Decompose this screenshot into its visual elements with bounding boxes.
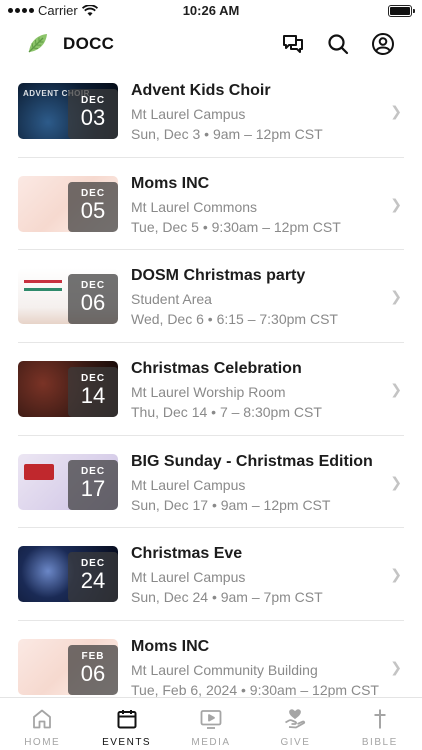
event-time: Tue, Dec 5 • 9:30am – 12pm CST bbox=[131, 218, 341, 235]
cross-icon bbox=[374, 709, 386, 729]
event-title: Christmas Celebration bbox=[131, 360, 302, 378]
event-thumbnail[interactable]: DEC 05 bbox=[18, 175, 118, 232]
chevron-right-icon: ❯ bbox=[390, 103, 402, 119]
tab-label: MEDIA bbox=[191, 737, 231, 748]
tab-label: GIVE bbox=[280, 737, 311, 748]
event-location: Mt Laurel Campus bbox=[131, 569, 246, 586]
event-title: Moms INC bbox=[131, 638, 210, 656]
event-list-item[interactable]: FEB 06 Moms INC Mt Laurel Community Buil… bbox=[18, 621, 404, 697]
calendar-icon bbox=[117, 710, 137, 729]
event-title: Christmas Eve bbox=[131, 545, 243, 563]
chevron-right-icon: ❯ bbox=[390, 288, 402, 305]
status-time: 10:26 AM bbox=[182, 3, 240, 18]
date-badge: DEC 17 bbox=[68, 459, 118, 510]
event-thumbnail[interactable]: DEC 14 bbox=[18, 361, 118, 418]
event-list-item[interactable]: ADVENT CHOIR DEC 03 Advent Kids Choir Mt… bbox=[18, 65, 404, 158]
event-location: Mt Laurel Community Building bbox=[131, 662, 318, 679]
date-day: 24 bbox=[80, 568, 106, 594]
thumbnail-block bbox=[24, 463, 54, 480]
status-bar: Carrier 10:26 AM bbox=[0, 0, 422, 22]
event-thumbnail[interactable]: FEB 06 bbox=[18, 639, 118, 696]
event-time: Tue, Feb 6, 2024 • 9:30am – 12pm CST bbox=[131, 682, 379, 697]
home-icon bbox=[33, 709, 52, 729]
event-location: Mt Laurel Commons bbox=[131, 198, 258, 215]
date-badge: DEC 06 bbox=[68, 274, 118, 325]
account-icon[interactable] bbox=[371, 32, 395, 56]
event-location: Student Area bbox=[131, 291, 212, 308]
event-time: Thu, Dec 14 • 7 – 8:30pm CST bbox=[131, 404, 322, 421]
date-badge: DEC 03 bbox=[68, 89, 118, 139]
tab-media[interactable]: MEDIA bbox=[169, 698, 253, 750]
leaf-logo-icon bbox=[28, 34, 47, 53]
event-location: Mt Laurel Campus bbox=[131, 476, 246, 493]
date-day: 17 bbox=[80, 475, 106, 501]
tab-label: BIBLE bbox=[361, 737, 398, 748]
tab-events[interactable]: EVENTS bbox=[84, 698, 168, 750]
tab-home[interactable]: HOME bbox=[0, 698, 84, 750]
app-title: DOCC bbox=[63, 34, 115, 53]
date-day: 06 bbox=[80, 661, 106, 687]
thumbnail-stripe bbox=[24, 280, 62, 284]
chevron-right-icon: ❯ bbox=[390, 381, 402, 398]
event-list-item[interactable]: DEC 06 DOSM Christmas party Student Area… bbox=[18, 250, 404, 344]
date-day: 06 bbox=[80, 290, 106, 316]
chevron-right-icon: ❯ bbox=[390, 659, 402, 676]
event-list-item[interactable]: DEC 24 Christmas Eve Mt Laurel Campus Su… bbox=[18, 528, 404, 622]
date-day: 05 bbox=[80, 197, 106, 223]
event-time: Sun, Dec 17 • 9am – 12pm CST bbox=[131, 496, 331, 513]
event-title: DOSM Christmas party bbox=[131, 267, 306, 285]
chat-icon[interactable] bbox=[281, 32, 305, 56]
date-badge: FEB 06 bbox=[68, 645, 118, 696]
give-icon bbox=[285, 709, 306, 729]
event-list-item[interactable]: DEC 14 Christmas Celebration Mt Laurel W… bbox=[18, 343, 404, 436]
tab-bible[interactable]: BIBLE bbox=[338, 698, 422, 750]
chevron-right-icon: ❯ bbox=[390, 473, 402, 490]
event-title: Advent Kids Choir bbox=[131, 82, 271, 99]
event-list: ADVENT CHOIR DEC 03 Advent Kids Choir Mt… bbox=[0, 65, 422, 697]
tab-give[interactable]: GIVE bbox=[253, 698, 337, 750]
battery-icon bbox=[388, 5, 415, 17]
event-time: Sun, Dec 24 • 9am – 7pm CST bbox=[131, 589, 323, 606]
date-day: 14 bbox=[80, 383, 106, 409]
event-thumbnail[interactable]: DEC 06 bbox=[18, 268, 118, 325]
event-time: Sun, Dec 3 • 9am – 12pm CST bbox=[131, 126, 323, 142]
tab-bar: HOME EVENTS MEDIA GIVE BIBLE bbox=[0, 697, 422, 750]
event-list-item[interactable]: DEC 17 BIG Sunday - Christmas Edition Mt… bbox=[18, 436, 404, 529]
thumbnail-stripe bbox=[24, 288, 62, 292]
event-thumbnail[interactable]: ADVENT CHOIR DEC 03 bbox=[18, 83, 118, 139]
event-location: Mt Laurel Campus bbox=[131, 106, 246, 122]
chevron-right-icon: ❯ bbox=[390, 566, 402, 583]
event-thumbnail[interactable]: DEC 24 bbox=[18, 546, 118, 603]
event-thumbnail[interactable]: DEC 17 bbox=[18, 453, 118, 510]
event-location: Mt Laurel Worship Room bbox=[131, 384, 286, 401]
event-title: Moms INC bbox=[131, 174, 210, 192]
date-day: 03 bbox=[80, 105, 106, 130]
date-badge: DEC 24 bbox=[68, 552, 118, 603]
date-badge: DEC 14 bbox=[68, 367, 118, 418]
chevron-right-icon: ❯ bbox=[390, 195, 402, 212]
event-title: BIG Sunday - Christmas Edition bbox=[131, 452, 373, 470]
tab-label: EVENTS bbox=[102, 737, 152, 748]
event-time: Wed, Dec 6 • 6:15 – 7:30pm CST bbox=[131, 311, 338, 328]
app-header: DOCC bbox=[0, 22, 422, 66]
media-icon bbox=[200, 710, 222, 729]
tab-label: HOME bbox=[24, 737, 61, 748]
date-badge: DEC 05 bbox=[68, 181, 118, 232]
event-list-item[interactable]: DEC 05 Moms INC Mt Laurel Commons Tue, D… bbox=[18, 158, 404, 251]
search-icon[interactable] bbox=[326, 32, 350, 56]
